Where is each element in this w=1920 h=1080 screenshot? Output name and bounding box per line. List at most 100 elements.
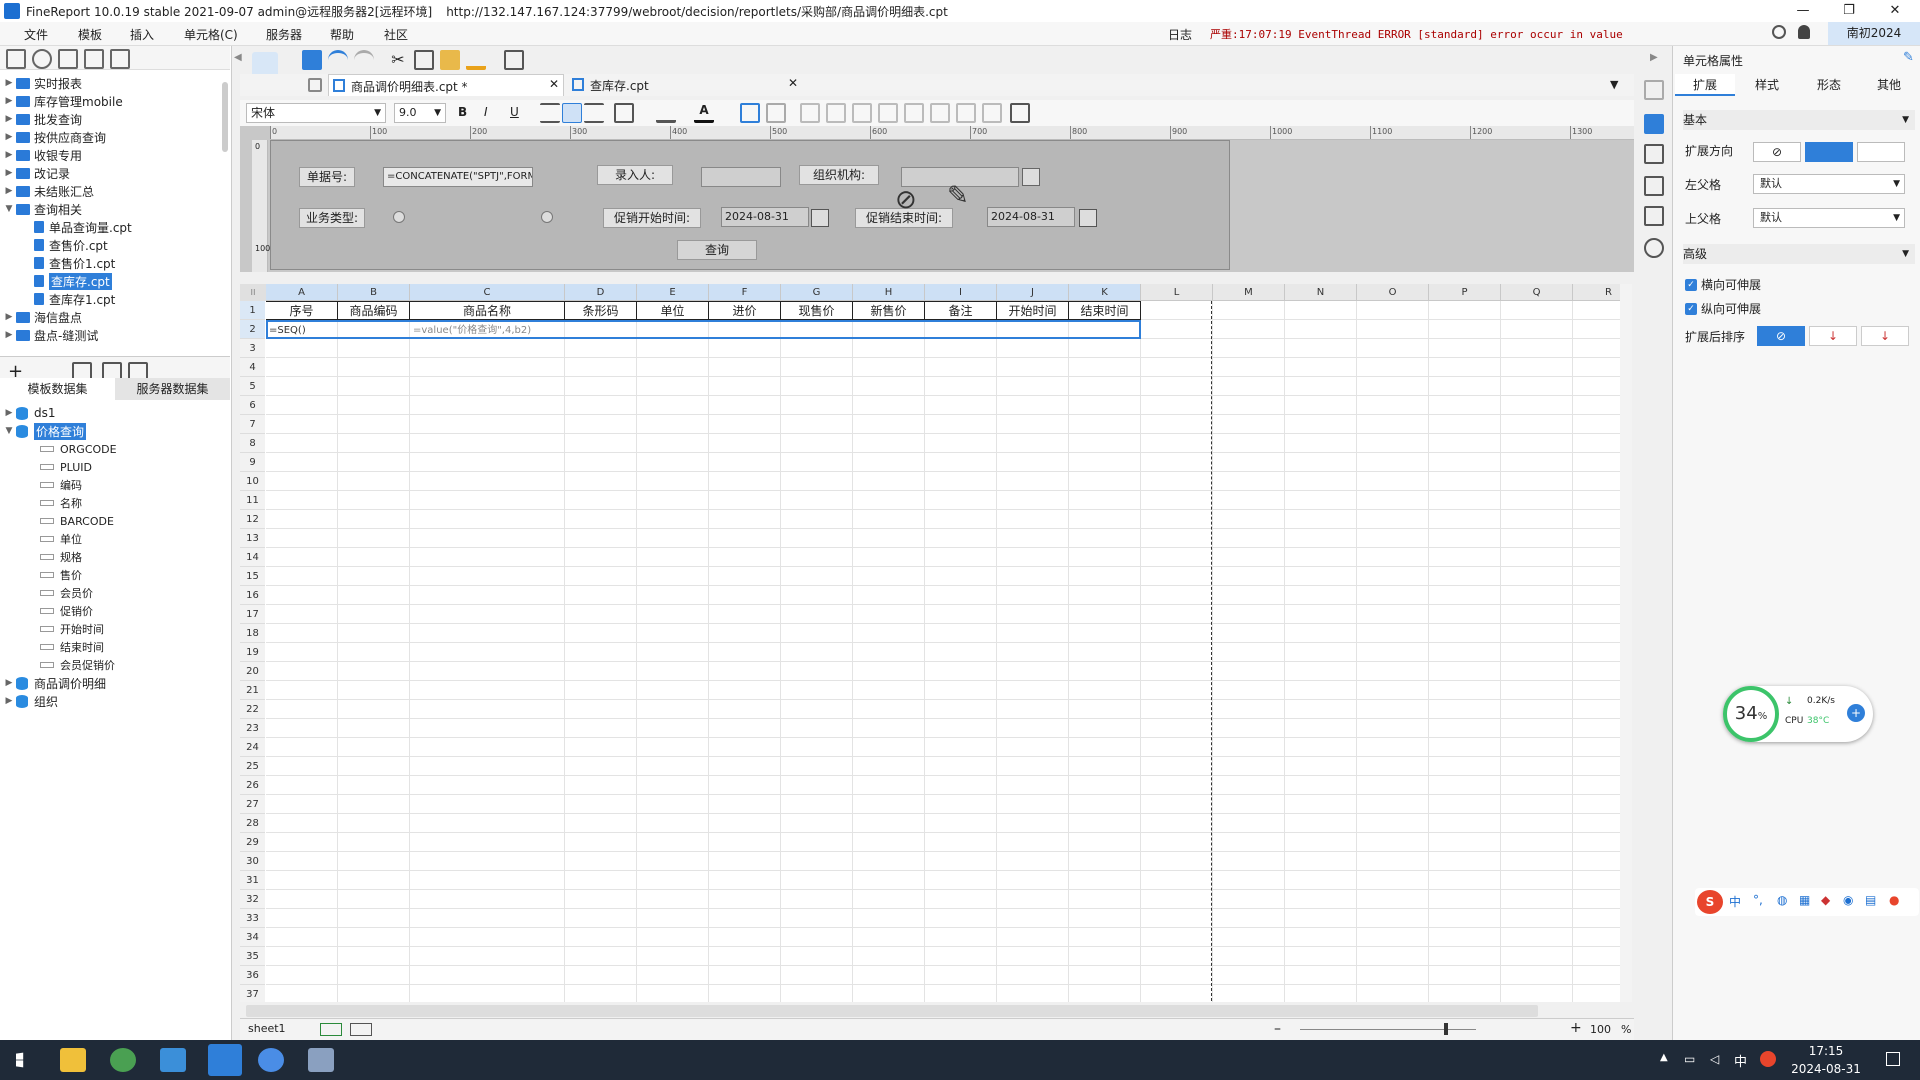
sheet-cell[interactable]: [1357, 966, 1429, 985]
sheet-cell[interactable]: [781, 795, 853, 814]
font-size-select[interactable]: 9.0 ▼: [394, 103, 446, 123]
sheet-cell[interactable]: [637, 795, 709, 814]
sheet-cell[interactable]: [1573, 814, 1620, 833]
sheet-cell[interactable]: [1501, 301, 1573, 320]
sheet-cell[interactable]: [1285, 491, 1357, 510]
sheet-cell[interactable]: [1213, 738, 1285, 757]
sheet-cell[interactable]: [1285, 890, 1357, 909]
widget-settings-icon[interactable]: [1644, 80, 1664, 100]
sheet-cell[interactable]: [1429, 966, 1501, 985]
header-cell[interactable]: 进价: [709, 301, 781, 320]
sheet-cell[interactable]: [565, 852, 637, 871]
close-button[interactable]: ✕: [1872, 0, 1918, 22]
sheet-cell[interactable]: [338, 434, 410, 453]
sheet-cell[interactable]: [410, 776, 565, 795]
sheet-cell[interactable]: [781, 453, 853, 472]
sheet-cell[interactable]: [853, 377, 925, 396]
sheet-cell[interactable]: [709, 586, 781, 605]
sheet-cell[interactable]: [410, 852, 565, 871]
sheet-cell[interactable]: [925, 871, 997, 890]
sheet-cell[interactable]: [565, 833, 637, 852]
row-header[interactable]: 11: [240, 491, 265, 510]
sort-none-button[interactable]: ⊘: [1757, 326, 1805, 346]
entry-user-input[interactable]: [701, 167, 781, 187]
sheet-cell[interactable]: [997, 985, 1069, 1002]
sheet-cell[interactable]: [338, 776, 410, 795]
sheet-cell[interactable]: [1501, 833, 1573, 852]
dataset-field[interactable]: ORGCODE: [0, 440, 226, 458]
sheet-cell[interactable]: [1573, 339, 1620, 358]
sheet-cell[interactable]: [637, 719, 709, 738]
dataset-field[interactable]: BARCODE: [0, 512, 226, 530]
header-cell[interactable]: 现售价: [781, 301, 853, 320]
sheet-cell[interactable]: [1141, 662, 1213, 681]
sheet-cell[interactable]: [1141, 757, 1213, 776]
sheet-cell[interactable]: [1141, 909, 1213, 928]
sheet-cell[interactable]: [1213, 624, 1285, 643]
chevron-right-icon[interactable]: ▶: [4, 186, 14, 196]
sheet-cell[interactable]: [338, 814, 410, 833]
sheet-cell[interactable]: [1429, 358, 1501, 377]
network-tray-icon[interactable]: ▭: [1684, 1052, 1695, 1066]
finereport-taskbar-icon[interactable]: [208, 1044, 242, 1076]
sheet-cell[interactable]: [709, 909, 781, 928]
sheet-cell[interactable]: [410, 415, 565, 434]
sheet-cell[interactable]: [338, 890, 410, 909]
row-header[interactable]: 4: [240, 358, 265, 377]
sheet-cell[interactable]: [410, 814, 565, 833]
bar-chart-icon[interactable]: [904, 103, 924, 123]
sheet-cell[interactable]: [1069, 586, 1141, 605]
dataset-field[interactable]: 名称: [0, 494, 226, 512]
menu-server[interactable]: 服务器: [266, 26, 302, 43]
sheet-cell[interactable]: [338, 567, 410, 586]
sheet-cell[interactable]: [410, 700, 565, 719]
zoom-out-button[interactable]: –: [1274, 1021, 1281, 1037]
sogou-taskbar-icon[interactable]: [258, 1048, 284, 1072]
sheet-cell[interactable]: [1429, 719, 1501, 738]
sheet-cell[interactable]: [1285, 396, 1357, 415]
sheet-cell[interactable]: [853, 928, 925, 947]
sheet-cell[interactable]: [1357, 719, 1429, 738]
sheet-cell[interactable]: [1357, 985, 1429, 1002]
add-polysheet-icon[interactable]: [350, 1023, 372, 1036]
sheet-cell[interactable]: [925, 358, 997, 377]
sheet-cell[interactable]: [1213, 795, 1285, 814]
sheet-cell[interactable]: [1573, 358, 1620, 377]
sheet-cell[interactable]: [1285, 377, 1357, 396]
sheet-cell[interactable]: [925, 681, 997, 700]
sheet-cell[interactable]: [565, 453, 637, 472]
redo-icon[interactable]: [354, 50, 374, 70]
sheet-cell[interactable]: [925, 415, 997, 434]
sheet-cell[interactable]: [410, 795, 565, 814]
sheet-cell[interactable]: [338, 586, 410, 605]
sheet-cell[interactable]: [338, 795, 410, 814]
sheet-cell[interactable]: [565, 909, 637, 928]
align-center-icon[interactable]: [562, 103, 582, 123]
sheet-cell[interactable]: [637, 833, 709, 852]
sheet-cell[interactable]: [709, 985, 781, 1002]
sheet-cell[interactable]: [853, 985, 925, 1002]
sheet-cell[interactable]: [709, 643, 781, 662]
sheet-cell[interactable]: [1429, 320, 1501, 339]
tab-main-template[interactable]: 商品调价明细表.cpt * ✕: [328, 74, 564, 96]
sheet-cell[interactable]: [925, 320, 997, 339]
sheet-cell[interactable]: [1213, 415, 1285, 434]
sheet-cell[interactable]: [637, 624, 709, 643]
sheet-cell[interactable]: [1501, 814, 1573, 833]
sheet-cell[interactable]: [410, 472, 565, 491]
sheet-cell[interactable]: [338, 548, 410, 567]
clock-date[interactable]: 2024-08-31: [1776, 1062, 1876, 1076]
sheet-cell[interactable]: [410, 605, 565, 624]
sheet-cell[interactable]: [1141, 871, 1213, 890]
sheet-cell[interactable]: [1213, 662, 1285, 681]
sheet-cell[interactable]: [1285, 643, 1357, 662]
sheet-cell[interactable]: [709, 339, 781, 358]
sheet-cell[interactable]: [338, 624, 410, 643]
row-header[interactable]: 25: [240, 757, 265, 776]
sheet-cell[interactable]: [709, 453, 781, 472]
sheet-cell[interactable]: [410, 491, 565, 510]
sheet-cell[interactable]: [1069, 757, 1141, 776]
sheet-cell[interactable]: [1213, 909, 1285, 928]
sheet-cell[interactable]: [1573, 681, 1620, 700]
merge-cells-icon[interactable]: [800, 103, 820, 123]
